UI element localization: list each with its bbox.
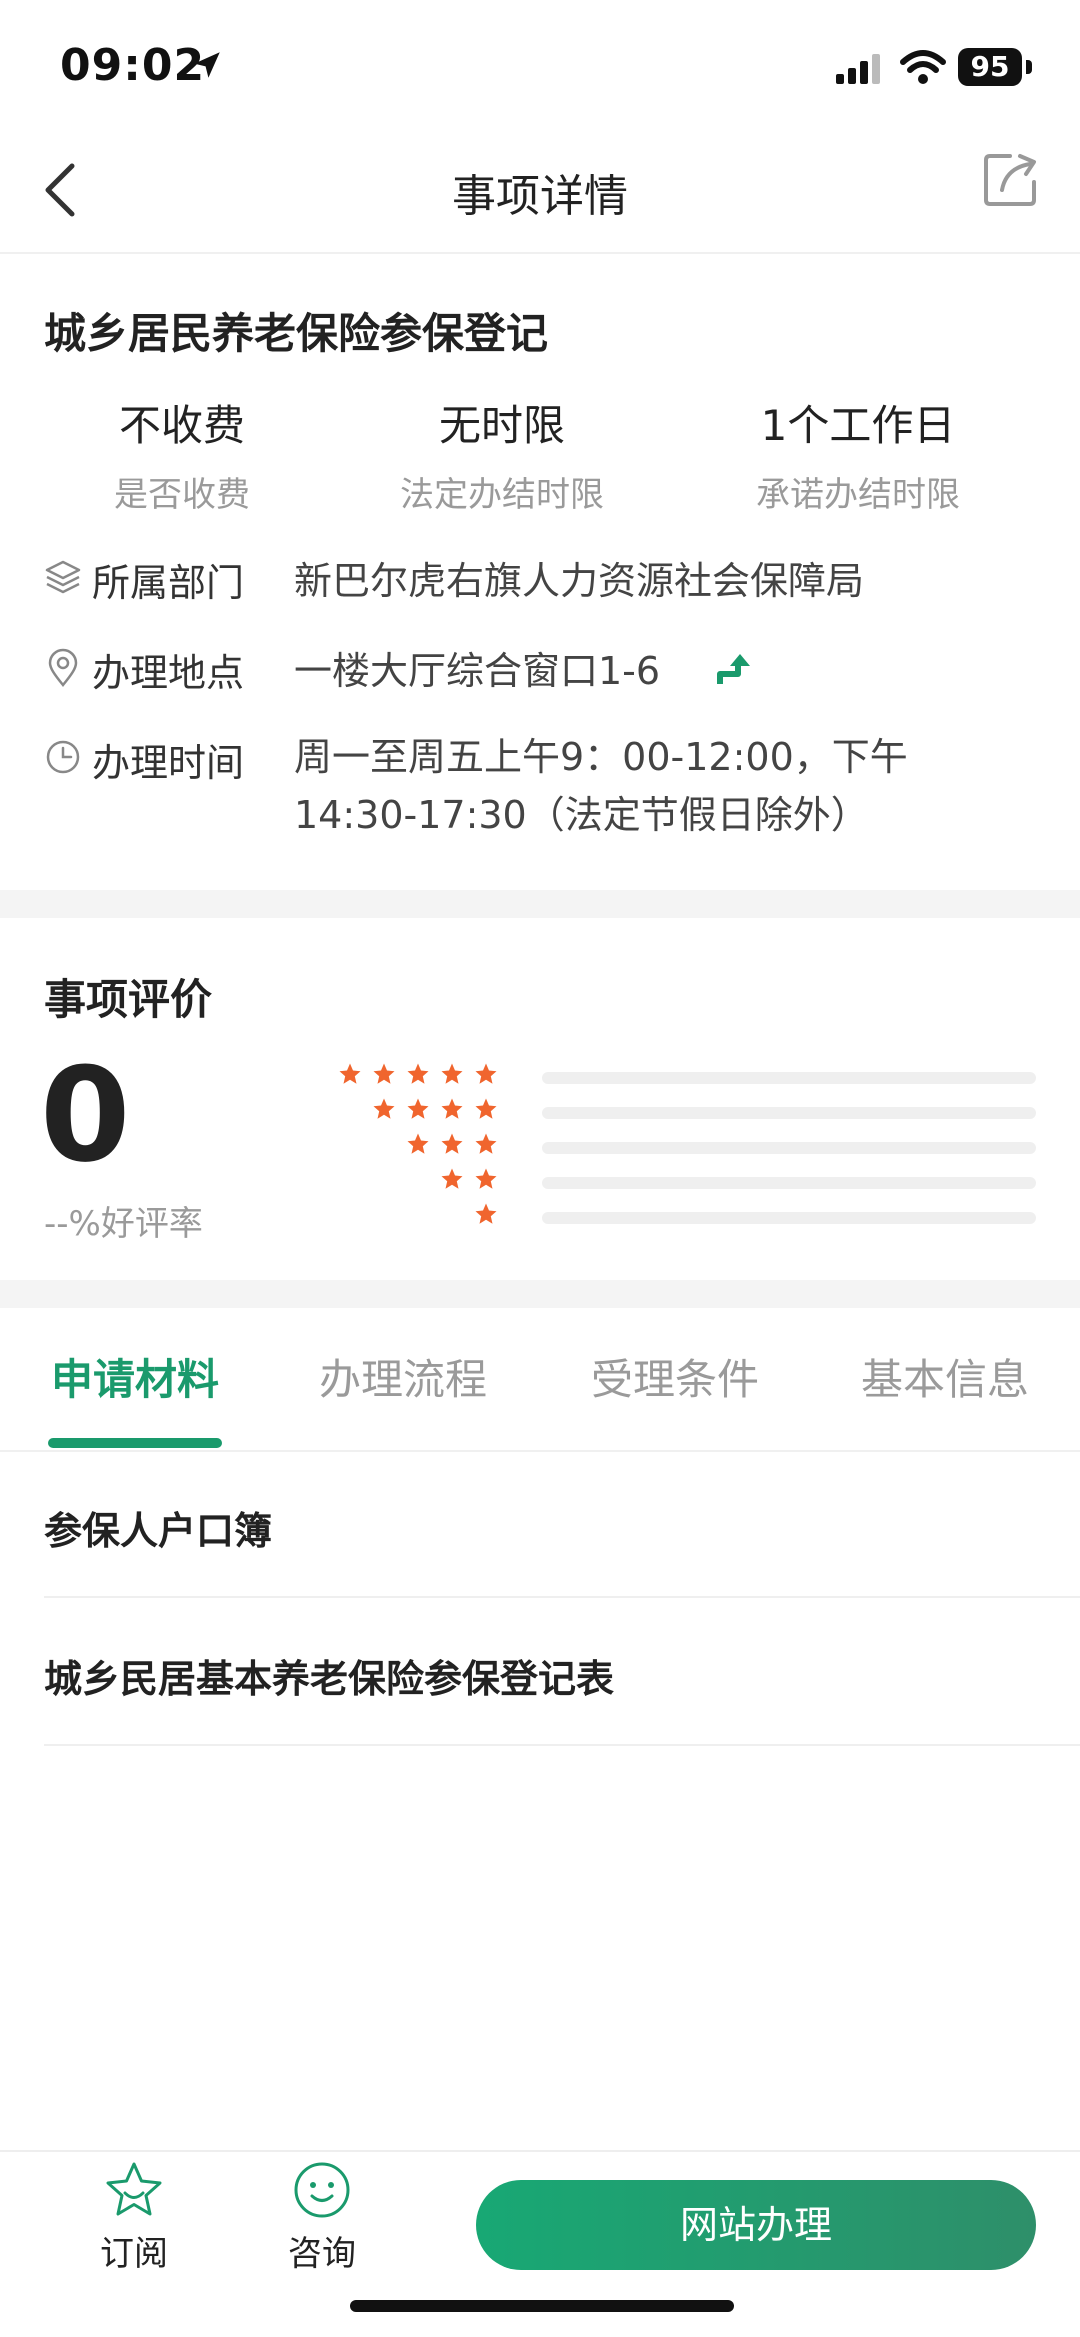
star-icon [475, 1063, 497, 1084]
smiley-face-icon [294, 2162, 350, 2218]
home-indicator [350, 2300, 734, 2312]
list-divider [44, 1744, 1080, 1746]
tab-process[interactable]: 办理流程 [316, 1346, 490, 1407]
navigate-direction-icon[interactable] [716, 650, 756, 690]
evaluation-title: 事项评价 [44, 975, 213, 1024]
hours-line-2: 14:30-17:30（法定节假日除外） [294, 793, 869, 837]
star-row-5 [328, 1062, 498, 1092]
wifi-icon [900, 50, 946, 84]
evaluation-rate: --%好评率 [44, 1204, 203, 1244]
star-icon [441, 1063, 463, 1084]
evaluation-score: 0 [40, 1039, 131, 1191]
page-title: 事项详情 [452, 171, 628, 222]
subscribe-button[interactable]: 订阅 [64, 2160, 204, 2275]
share-icon[interactable] [980, 150, 1040, 210]
star-icon [441, 1168, 463, 1189]
stat-promise-limit-value: 1个工作日 [760, 401, 956, 450]
list-item[interactable]: 城乡民居基本养老保险参保登记表 [44, 1648, 614, 1703]
star-row-1 [464, 1202, 498, 1232]
section-gap [0, 890, 1080, 918]
stat-promise-limit-label: 承诺办结时限 [756, 475, 960, 515]
location-arrow-icon [194, 52, 220, 78]
tab-materials[interactable]: 申请材料 [48, 1346, 222, 1407]
star-outline-icon [106, 2162, 162, 2216]
star-row-4 [362, 1097, 498, 1127]
rating-bar-3 [542, 1142, 1036, 1154]
star-icon [407, 1063, 429, 1084]
department-label: 所属部门 [92, 561, 245, 605]
star-icon [475, 1203, 497, 1224]
rating-bar-1 [542, 1212, 1036, 1224]
hours-value: 周一至周五上午9：00-12:00，下午 14:30-17:30（法定节假日除外… [294, 728, 994, 844]
department-value: 新巴尔虎右旗人力资源社会保障局 [294, 559, 865, 603]
tab-basic-info[interactable]: 基本信息 [858, 1346, 1032, 1407]
status-time: 09:02 [60, 40, 206, 91]
stat-legal-limit: 无时限 法定办结时限 [352, 392, 652, 516]
stat-promise-limit: 1个工作日 承诺办结时限 [708, 392, 1008, 516]
location-value: 一楼大厅综合窗口1-6 [294, 649, 661, 693]
subscribe-label: 订阅 [100, 2234, 168, 2274]
bottom-bar-divider [0, 2150, 1080, 2152]
consult-button[interactable]: 咨询 [252, 2160, 392, 2275]
star-row-2 [430, 1167, 498, 1197]
stat-legal-limit-label: 法定办结时限 [400, 475, 604, 515]
star-icon [475, 1098, 497, 1119]
star-row-3 [396, 1132, 498, 1162]
item-title: 城乡居民养老保险参保登记 [44, 309, 549, 358]
list-divider [44, 1596, 1080, 1598]
website-process-button[interactable]: 网站办理 [476, 2180, 1036, 2270]
rating-bar-4 [542, 1107, 1036, 1119]
rating-bar-2 [542, 1177, 1036, 1189]
tab-divider [0, 1450, 1080, 1452]
stat-legal-limit-value: 无时限 [438, 401, 565, 450]
stat-fee-value: 不收费 [118, 401, 245, 450]
star-icon [407, 1133, 429, 1154]
hours-line-1: 周一至周五上午9：00-12:00，下午 [294, 735, 908, 779]
section-gap [0, 1280, 1080, 1308]
clock-icon [46, 740, 80, 774]
stat-fee-label: 是否收费 [114, 475, 250, 515]
location-label: 办理地点 [92, 651, 245, 695]
battery-level: 95 [958, 48, 1022, 86]
star-icon [373, 1098, 395, 1119]
hours-label: 办理时间 [92, 741, 245, 785]
star-icon [441, 1133, 463, 1154]
list-item[interactable]: 参保人户口簿 [44, 1500, 272, 1555]
active-tab-indicator [48, 1438, 222, 1448]
star-icon [407, 1098, 429, 1119]
star-icon [441, 1098, 463, 1119]
star-icon [373, 1063, 395, 1084]
star-icon [339, 1063, 361, 1084]
nav-divider [0, 252, 1080, 254]
tab-conditions[interactable]: 受理条件 [588, 1346, 762, 1407]
star-icon [475, 1133, 497, 1154]
cellular-signal-icon [836, 54, 880, 84]
battery-tip [1026, 60, 1032, 74]
layers-icon [45, 560, 81, 594]
stat-fee: 不收费 是否收费 [32, 392, 332, 516]
location-pin-icon [48, 648, 78, 687]
consult-label: 咨询 [288, 2234, 356, 2274]
star-icon [475, 1168, 497, 1189]
rating-bar-5 [542, 1072, 1036, 1084]
